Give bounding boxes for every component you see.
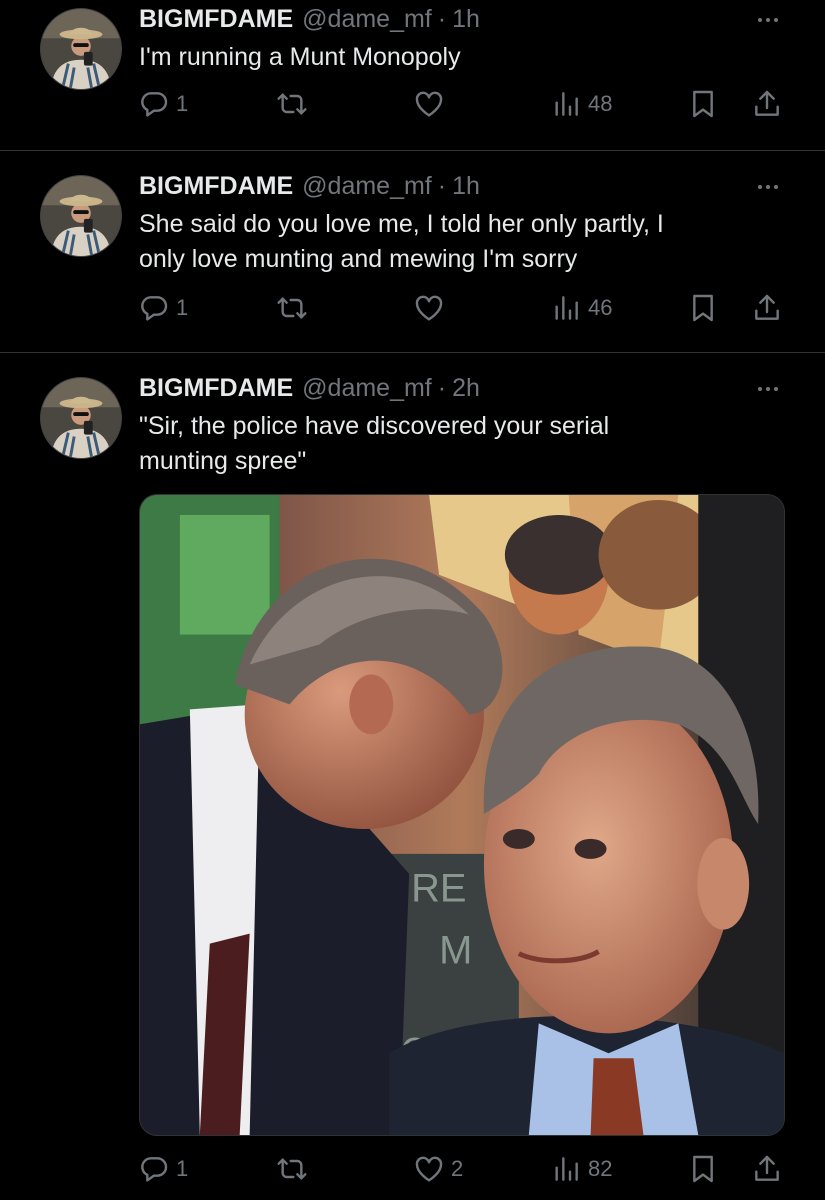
tweet-text: She said do you love me, I told her only… [139,207,779,277]
display-name[interactable]: BIGMFDAME [139,172,293,201]
display-name[interactable]: BIGMFDAME [139,374,293,403]
views-button[interactable]: 46 [550,290,612,326]
bookmark-icon [687,88,719,120]
tweet-actions: 1 2 82 [0,1151,825,1187]
tweet-text: "Sir, the police have discovered your se… [139,409,779,479]
user-handle[interactable]: @dame_mf [302,374,432,403]
views-button[interactable]: 82 [550,1151,612,1187]
bookmark-icon [687,292,719,324]
timestamp[interactable]: 1h [452,5,480,34]
tweet-actions: 1 48 [0,86,825,122]
more-dots-icon[interactable] [750,379,786,399]
tweet-1[interactable]: BIGMFDAME @dame_mf · 1h I'm running a Mu… [0,0,825,150]
share-icon [751,88,783,120]
retweet-button[interactable] [276,290,314,326]
reply-button[interactable]: 1 [138,1151,188,1187]
reply-count: 1 [176,91,189,116]
heart-icon [413,292,445,324]
retweet-icon [276,88,308,120]
bookmark-button[interactable] [687,290,719,326]
retweet-button[interactable] [276,1151,314,1187]
tweet-text-line: She said do you love me, I told her only… [139,210,664,238]
view-count: 82 [588,1156,613,1181]
tweet-header: BIGMFDAME @dame_mf · 2h [139,371,480,405]
view-count: 48 [588,91,613,116]
photo-image: RE M Co [140,495,784,1135]
heart-icon [413,1153,445,1185]
svg-text:RE: RE [411,867,466,911]
share-button[interactable] [751,86,783,122]
user-handle[interactable]: @dame_mf [302,172,432,201]
timestamp[interactable]: 1h [452,172,480,201]
timestamp[interactable]: 2h [452,374,480,403]
avatar[interactable] [40,377,122,459]
share-icon [751,1153,783,1185]
reply-button[interactable]: 1 [138,290,188,326]
avatar[interactable] [40,175,122,257]
heart-icon [413,88,445,120]
retweet-icon [276,292,308,324]
reply-button[interactable]: 1 [138,86,188,122]
tweet-header: BIGMFDAME @dame_mf · 1h [139,2,480,36]
reply-count: 1 [176,295,189,320]
tweet-text-line: I'm running a Munt Monopoly [139,43,461,71]
reply-icon [138,88,170,120]
views-bar-chart-icon [550,1153,582,1185]
like-button[interactable] [413,290,451,326]
retweet-button[interactable] [276,86,314,122]
display-name[interactable]: BIGMFDAME [139,5,293,34]
bookmark-button[interactable] [687,1151,719,1187]
share-button[interactable] [751,290,783,326]
more-dots-icon[interactable] [750,177,786,197]
separator: · [437,4,447,33]
tweet-text-line: only love munting and mewing I'm sorry [139,245,578,273]
views-bar-chart-icon [550,88,582,120]
like-count: 2 [451,1156,464,1181]
separator: · [437,373,447,402]
retweet-icon [276,1153,308,1185]
tweet-actions: 1 46 [0,290,825,326]
avatar[interactable] [40,8,122,90]
reply-count: 1 [176,1156,189,1181]
share-icon [751,292,783,324]
tweet-text-line: "Sir, the police have discovered your se… [139,412,610,440]
share-button[interactable] [751,1151,783,1187]
separator: · [437,171,447,200]
like-button[interactable] [413,86,451,122]
like-button[interactable]: 2 [413,1151,463,1187]
views-button[interactable]: 48 [550,86,612,122]
tweet-header: BIGMFDAME @dame_mf · 1h [139,169,480,203]
bookmark-button[interactable] [687,86,719,122]
tweet-2[interactable]: BIGMFDAME @dame_mf · 1h She said do you … [0,151,825,352]
views-bar-chart-icon [550,292,582,324]
reply-icon [138,1153,170,1185]
user-handle[interactable]: @dame_mf [302,5,432,34]
tweet-photo[interactable]: RE M Co [139,494,785,1136]
bookmark-icon [687,1153,719,1185]
tweet-text-line: munting spree" [139,447,307,475]
tweet-text: I'm running a Munt Monopoly [139,40,779,75]
view-count: 46 [588,295,613,320]
reply-icon [138,292,170,324]
svg-text:M: M [439,929,472,973]
more-dots-icon[interactable] [750,10,786,30]
